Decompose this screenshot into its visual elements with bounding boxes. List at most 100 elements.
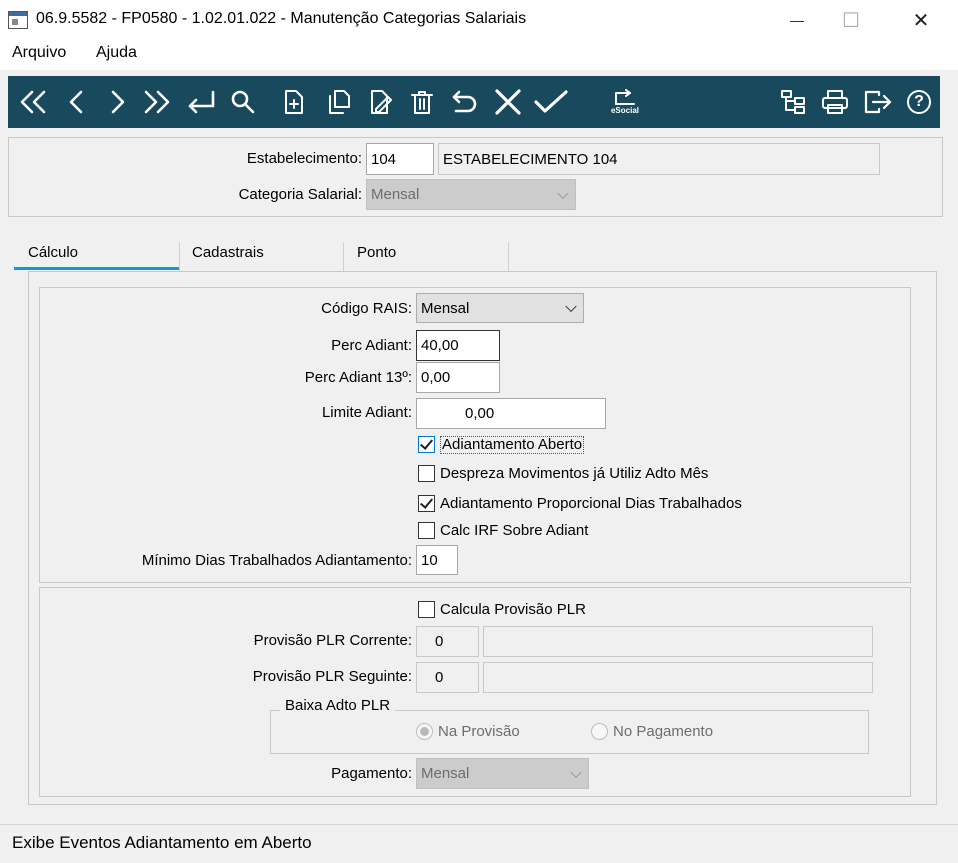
menu-arquivo[interactable]: Arquivo	[12, 44, 66, 62]
provisao-plr-corrente-desc	[483, 626, 873, 657]
edit-record-button[interactable]	[366, 84, 396, 120]
next-record-button[interactable]	[106, 84, 130, 120]
provisao-plr-corrente-code: 0	[416, 626, 479, 657]
despreza-movimentos-label[interactable]: Despreza Movimentos já Utiliz Adto Mês	[440, 465, 708, 482]
last-record-button[interactable]	[142, 84, 172, 120]
esocial-button[interactable]: eSocial	[600, 84, 650, 120]
adiantamento-aberto-label[interactable]: Adiantamento Aberto	[440, 436, 585, 454]
help-button[interactable]: ?	[904, 84, 934, 120]
checkmark-icon	[534, 90, 568, 113]
menu-ajuda[interactable]: Ajuda	[96, 44, 137, 62]
minimo-dias-label: Mínimo Dias Trabalhados Adiantamento:	[141, 552, 412, 569]
double-chevron-left-icon	[20, 90, 46, 114]
copy-icon	[329, 90, 350, 114]
baixa-adto-plr-label: Baixa Adto PLR	[280, 697, 396, 714]
exit-icon	[864, 90, 892, 114]
esocial-icon	[615, 89, 635, 105]
title-bar: 06.9.5582 - FP0580 - 1.02.01.022 - Manut…	[0, 0, 958, 40]
baixa-adto-plr-group	[270, 710, 869, 754]
no-pagamento-label[interactable]: No Pagamento	[613, 723, 713, 740]
maximize-icon: ☐	[842, 9, 860, 32]
na-provisao-label[interactable]: Na Provisão	[438, 723, 520, 740]
printer-icon	[822, 90, 848, 114]
undo-icon	[452, 90, 477, 113]
status-text: Exibe Eventos Adiantamento em Aberto	[12, 833, 312, 852]
minimize-icon: —	[790, 12, 804, 28]
first-record-button[interactable]	[18, 84, 48, 120]
status-bar: Exibe Eventos Adiantamento em Aberto	[0, 824, 958, 863]
calc-irf-checkbox[interactable]	[418, 522, 435, 539]
limite-adiant-label: Limite Adiant:	[321, 404, 412, 421]
window-title: 06.9.5582 - FP0580 - 1.02.01.022 - Manut…	[36, 10, 527, 27]
provisao-plr-seguinte-desc	[483, 662, 873, 693]
calcula-provisao-plr-checkbox[interactable]	[418, 601, 435, 618]
search-icon	[231, 90, 255, 114]
perc-adiant-13-label: Perc Adiant 13º:	[304, 369, 412, 386]
new-document-icon	[285, 90, 303, 114]
esocial-label: eSocial	[610, 106, 639, 115]
menu-bar	[0, 40, 958, 70]
return-arrow-icon	[188, 90, 215, 114]
confirm-button[interactable]	[532, 84, 570, 120]
exit-button[interactable]	[862, 84, 894, 120]
search-button[interactable]	[228, 84, 258, 120]
provisao-plr-seguinte-label: Provisão PLR Seguinte:	[252, 668, 412, 685]
chevron-down-icon	[570, 766, 582, 778]
new-record-button[interactable]	[280, 84, 308, 120]
provisao-plr-corrente-label: Provisão PLR Corrente:	[253, 632, 412, 649]
pagamento-select[interactable]: Mensal	[416, 758, 589, 789]
close-button[interactable]: ✕	[898, 0, 944, 40]
chevron-down-icon	[557, 187, 569, 199]
copy-record-button[interactable]	[324, 84, 354, 120]
cancel-button[interactable]	[492, 84, 524, 120]
calc-irf-label[interactable]: Calc IRF Sobre Adiant	[440, 522, 588, 539]
toolbar: eSocial ?	[8, 76, 940, 128]
tree-structure-icon	[781, 90, 805, 114]
pagamento-value: Mensal	[421, 765, 470, 782]
pagamento-label: Pagamento:	[331, 765, 412, 782]
delete-record-button[interactable]	[408, 84, 436, 120]
codigo-rais-label: Código RAIS:	[321, 300, 412, 317]
tab-cadastrais[interactable]: Cadastrais	[192, 244, 264, 270]
tab-separator	[508, 242, 509, 272]
despreza-movimentos-checkbox[interactable]	[418, 465, 435, 482]
app-icon[interactable]	[8, 11, 28, 29]
tree-view-button[interactable]	[778, 84, 808, 120]
estabelecimento-name-field: ESTABELECIMENTO 104	[438, 143, 880, 175]
tab-separator	[343, 242, 344, 272]
help-icon: ?	[907, 90, 931, 114]
codigo-rais-select[interactable]: Mensal	[416, 293, 584, 323]
na-provisao-radio[interactable]	[416, 723, 433, 740]
categoria-salarial-select[interactable]: Mensal	[366, 179, 576, 210]
adiantamento-proporcional-label[interactable]: Adiantamento Proporcional Dias Trabalhad…	[440, 495, 742, 512]
estabelecimento-label: Estabelecimento:	[246, 150, 362, 167]
print-button[interactable]	[820, 84, 850, 120]
chevron-down-icon	[565, 300, 577, 313]
codigo-rais-value: Mensal	[421, 299, 470, 317]
close-x-icon	[495, 89, 521, 115]
calcula-provisao-plr-label[interactable]: Calcula Provisão PLR	[440, 601, 586, 618]
trash-icon	[411, 91, 433, 114]
chevron-right-icon	[111, 90, 125, 114]
perc-adiant-input[interactable]: 40,00	[416, 330, 500, 361]
chevron-left-icon	[69, 90, 83, 114]
minimo-dias-input[interactable]: 10	[416, 545, 458, 575]
previous-record-button[interactable]	[64, 84, 88, 120]
active-tab-indicator	[14, 267, 180, 270]
categoria-salarial-value: Mensal	[371, 186, 420, 203]
categoria-salarial-label: Categoria Salarial:	[238, 186, 362, 203]
perc-adiant-label: Perc Adiant:	[331, 337, 412, 354]
no-pagamento-radio[interactable]	[591, 723, 608, 740]
tab-ponto[interactable]: Ponto	[357, 244, 396, 270]
goto-button[interactable]	[184, 84, 218, 120]
estabelecimento-code-input[interactable]: 104	[366, 143, 434, 175]
minimize-button[interactable]: —	[774, 0, 820, 40]
adiantamento-aberto-checkbox[interactable]	[418, 436, 435, 453]
maximize-button[interactable]: ☐	[828, 0, 874, 40]
provisao-plr-seguinte-code: 0	[416, 662, 479, 693]
limite-adiant-input[interactable]: 0,00	[416, 398, 606, 429]
adiantamento-proporcional-checkbox[interactable]	[418, 495, 435, 512]
undo-button[interactable]	[450, 84, 480, 120]
edit-document-icon	[371, 90, 392, 114]
perc-adiant-13-input[interactable]: 0,00	[416, 362, 500, 393]
